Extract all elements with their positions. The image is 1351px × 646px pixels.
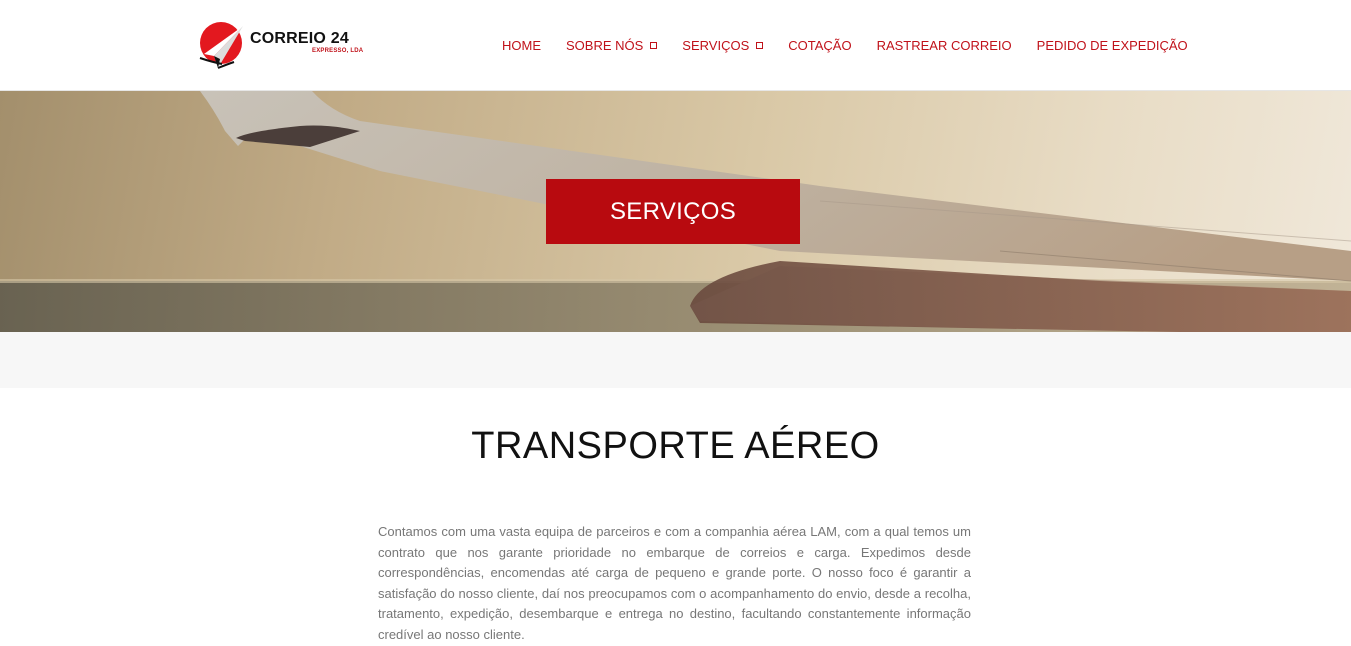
dropdown-icon xyxy=(650,41,658,49)
nav-item-servicos[interactable]: SERVIÇOS xyxy=(682,37,764,53)
nav-item-label: RASTREAR CORREIO xyxy=(876,37,1012,53)
nav-item-home[interactable]: HOME xyxy=(502,38,541,53)
logo-name: CORREIO 24 xyxy=(250,30,349,47)
dropdown-icon xyxy=(756,41,764,49)
hero-title: SERVIÇOS xyxy=(610,197,736,225)
nav-item-label: SERVIÇOS xyxy=(682,37,750,53)
section-body: Contamos com uma vasta equipa de parceir… xyxy=(378,524,971,642)
spacer-band xyxy=(0,332,1351,388)
hero-banner: SERVIÇOS xyxy=(0,91,1351,332)
nav-item-label: HOME xyxy=(502,37,541,53)
nav-item-label: COTAÇÃO xyxy=(788,37,852,53)
logo[interactable]: CORREIO 24 EXPRESSO, LDA xyxy=(198,18,363,72)
nav-item-label: SOBRE NÓS xyxy=(566,37,644,53)
nav-item-rastrear-correio[interactable]: RASTREAR CORREIO xyxy=(877,38,1012,53)
site-header: CORREIO 24 EXPRESSO, LDA HOME SOBRE NÓS … xyxy=(0,0,1351,91)
paper-plane-logo-icon xyxy=(199,22,243,69)
nav-item-cotacao[interactable]: COTAÇÃO xyxy=(788,38,851,53)
nav-item-sobre-nos[interactable]: SOBRE NÓS xyxy=(566,37,658,53)
logo-subtitle: EXPRESSO, LDA xyxy=(312,48,364,54)
main-nav: HOME SOBRE NÓS SERVIÇOS COTAÇÃO RASTREAR… xyxy=(502,36,1188,54)
section-title: TRANSPORTE AÉREO xyxy=(471,425,880,467)
nav-item-pedido-de-expedicao[interactable]: PEDIDO DE EXPEDIÇÃO xyxy=(1037,38,1188,53)
hero-title-badge: SERVIÇOS xyxy=(546,179,800,244)
nav-item-label: PEDIDO DE EXPEDIÇÃO xyxy=(1036,37,1188,53)
